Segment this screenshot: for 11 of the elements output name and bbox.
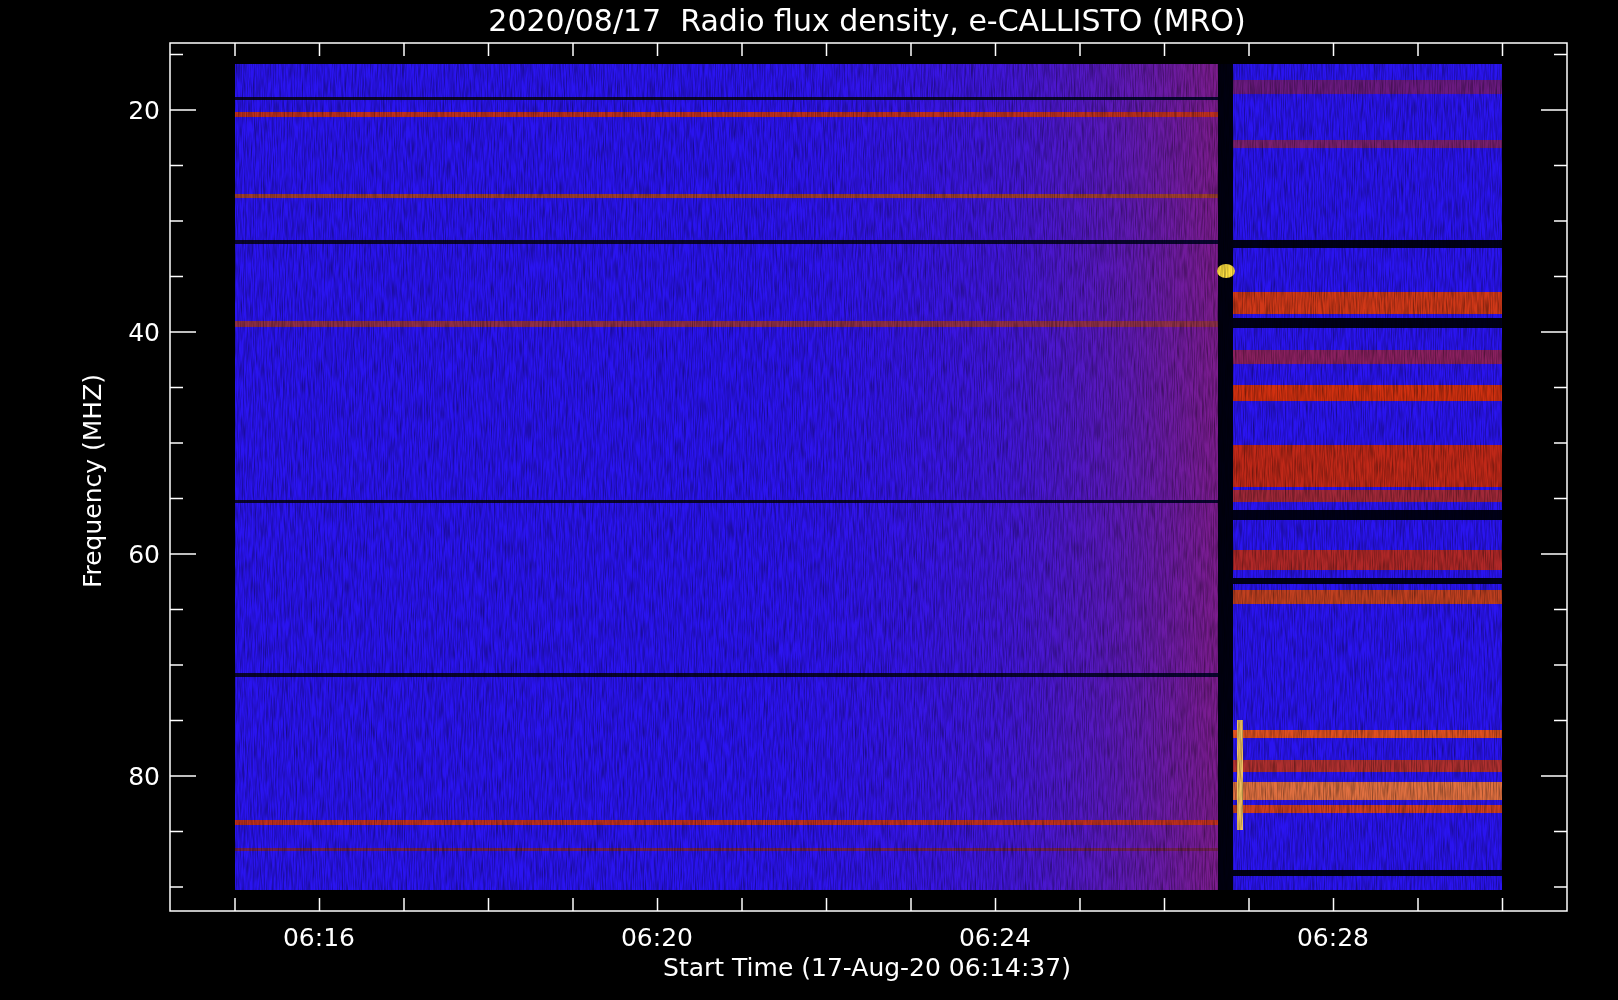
tick-label: 20 [128, 96, 160, 125]
tick-label: 06:16 [283, 923, 355, 952]
tick-label: 06:24 [959, 923, 1031, 952]
tick-label: 06:28 [1297, 923, 1369, 952]
axis-title: Start Time (17-Aug-20 06:14:37) [663, 953, 1071, 982]
tick-label: 80 [128, 762, 160, 791]
chart-title: 2020/08/17 Radio flux density, e-CALLISTO (MRO) [488, 3, 1246, 38]
tick-label: 60 [128, 540, 160, 569]
tick-label: 40 [128, 318, 160, 347]
tick-label: 06:20 [621, 923, 693, 952]
axis-title: Frequency (MHZ) [78, 373, 107, 589]
